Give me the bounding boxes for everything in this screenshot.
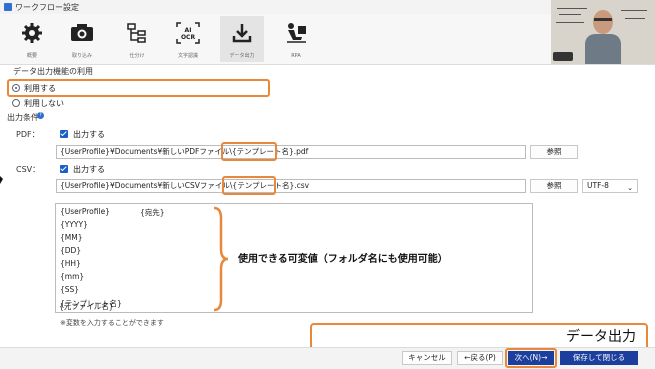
radio-not-use-dot[interactable] bbox=[12, 99, 20, 107]
variable-item[interactable]: {YYYY} bbox=[60, 220, 88, 229]
csv-path-prefix: {UserProfile}¥Documents¥新しいCSVファイル\ bbox=[60, 181, 233, 190]
tool-overview-label: 概要 bbox=[26, 53, 37, 59]
radio-not-use-label: 利用しない bbox=[24, 99, 64, 108]
tool-import[interactable]: 取り込み bbox=[60, 16, 104, 62]
encoding-select[interactable]: UTF-8 ⌄ bbox=[582, 179, 638, 193]
pdf-path-suffix: .pdf bbox=[293, 147, 309, 156]
svg-text:AI: AI bbox=[185, 27, 192, 34]
camera-icon bbox=[71, 24, 93, 41]
conditions-section-title: 出力条件 bbox=[7, 113, 39, 122]
chevron-down-icon: ⌄ bbox=[627, 184, 633, 192]
tool-rpa[interactable]: RPA bbox=[274, 16, 318, 62]
tree-icon bbox=[127, 23, 146, 43]
variable-item[interactable]: {mm} bbox=[60, 272, 84, 281]
csv-path-input[interactable]: {UserProfile}¥Documents¥新しいCSVファイル\{テンプレ… bbox=[56, 179, 526, 193]
variable-item[interactable]: {UserProfile} bbox=[60, 207, 110, 216]
help-icon[interactable]: ? bbox=[37, 112, 44, 119]
ai-ocr-icon: AI OCR bbox=[176, 22, 200, 44]
variable-item[interactable]: {DD} bbox=[60, 246, 81, 255]
gear-icon bbox=[22, 23, 42, 43]
tool-rpa-label: RPA bbox=[291, 53, 301, 59]
pdf-output-checkbox-label: 出力する bbox=[73, 130, 105, 139]
data-output-section-title: データ出力機能の利用 bbox=[13, 67, 93, 76]
annotation-text: 使用できる可変値（フォルダ名にも使用可能） bbox=[238, 254, 448, 265]
variable-item[interactable]: {MM} bbox=[60, 233, 83, 242]
app-icon bbox=[4, 3, 12, 11]
webcam-overlay bbox=[551, 0, 655, 64]
csv-output-checkbox-label: 出力する bbox=[73, 165, 105, 174]
tool-sort-label: 仕分け bbox=[129, 53, 145, 59]
csv-output-checkbox[interactable] bbox=[60, 165, 68, 173]
pdf-output-checkbox[interactable] bbox=[60, 130, 68, 138]
download-icon bbox=[232, 24, 252, 43]
tool-ocr-label: 文字認識 bbox=[177, 53, 198, 59]
pdf-browse-button[interactable]: 参照 bbox=[530, 145, 578, 159]
variables-note: ※変数を入力することができます bbox=[60, 319, 164, 327]
cancel-button[interactable]: キャンセル bbox=[402, 351, 452, 365]
pdf-label: PDF： bbox=[16, 130, 40, 139]
tool-ocr[interactable]: AI OCR 文字認識 bbox=[166, 16, 210, 62]
highlight-use-option bbox=[7, 79, 270, 97]
tool-overview[interactable]: 概要 bbox=[10, 16, 54, 62]
variable-item[interactable]: {元ファイル名} bbox=[59, 301, 114, 312]
tool-data-output[interactable]: データ出力 bbox=[220, 16, 264, 62]
mouse-cursor-icon bbox=[0, 176, 3, 184]
highlight-csv-template bbox=[222, 176, 276, 195]
person-desk-icon bbox=[287, 23, 306, 43]
pdf-path-input[interactable]: {UserProfile}¥Documents¥新しいPDFファイル\{テンプレ… bbox=[56, 145, 526, 159]
pdf-path-prefix: {UserProfile}¥Documents¥新しいPDFファイル\ bbox=[60, 147, 232, 156]
save-close-button[interactable]: 保存して閉じる bbox=[560, 351, 638, 365]
back-button[interactable]: ←戻る(P) bbox=[457, 351, 503, 365]
tool-sort[interactable]: 仕分け bbox=[115, 16, 159, 62]
highlight-next-button bbox=[505, 348, 557, 368]
tool-import-label: 取り込み bbox=[71, 53, 92, 59]
svg-text:OCR: OCR bbox=[181, 34, 196, 41]
variable-item[interactable]: {宛先} bbox=[140, 207, 165, 218]
csv-label: CSV： bbox=[16, 165, 41, 174]
brace-annotation bbox=[213, 206, 229, 312]
highlight-pdf-template bbox=[221, 142, 277, 161]
variable-item[interactable]: {HH} bbox=[60, 259, 81, 268]
window-title: ワークフロー設定 bbox=[15, 3, 79, 12]
csv-path-suffix: .csv bbox=[294, 181, 310, 190]
encoding-value: UTF-8 bbox=[587, 181, 609, 190]
csv-browse-button[interactable]: 参照 bbox=[530, 179, 578, 193]
variable-item[interactable]: {SS} bbox=[60, 285, 79, 294]
webcam-name-tag bbox=[553, 52, 573, 61]
presenter-avatar bbox=[585, 10, 621, 64]
tool-data-output-label: データ出力 bbox=[229, 53, 255, 59]
